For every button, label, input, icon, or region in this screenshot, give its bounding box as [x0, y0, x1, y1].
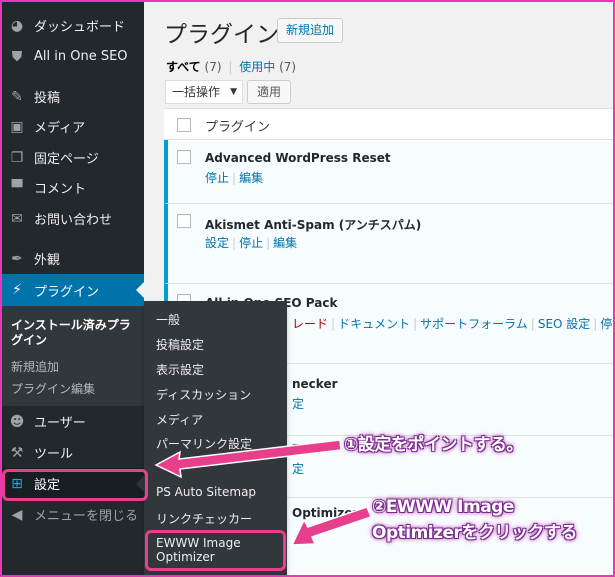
arrow-to-ewww	[290, 506, 372, 546]
arrow-to-settings	[154, 439, 342, 479]
annotation-step-2-line-1: ②EWWW Image	[372, 497, 514, 517]
annotation-arrows	[154, 439, 372, 546]
annotation-step-1: ①設定をポイントする。	[344, 435, 523, 455]
annotation-step-2-line-2: Optimizerをクリックする	[372, 523, 577, 543]
